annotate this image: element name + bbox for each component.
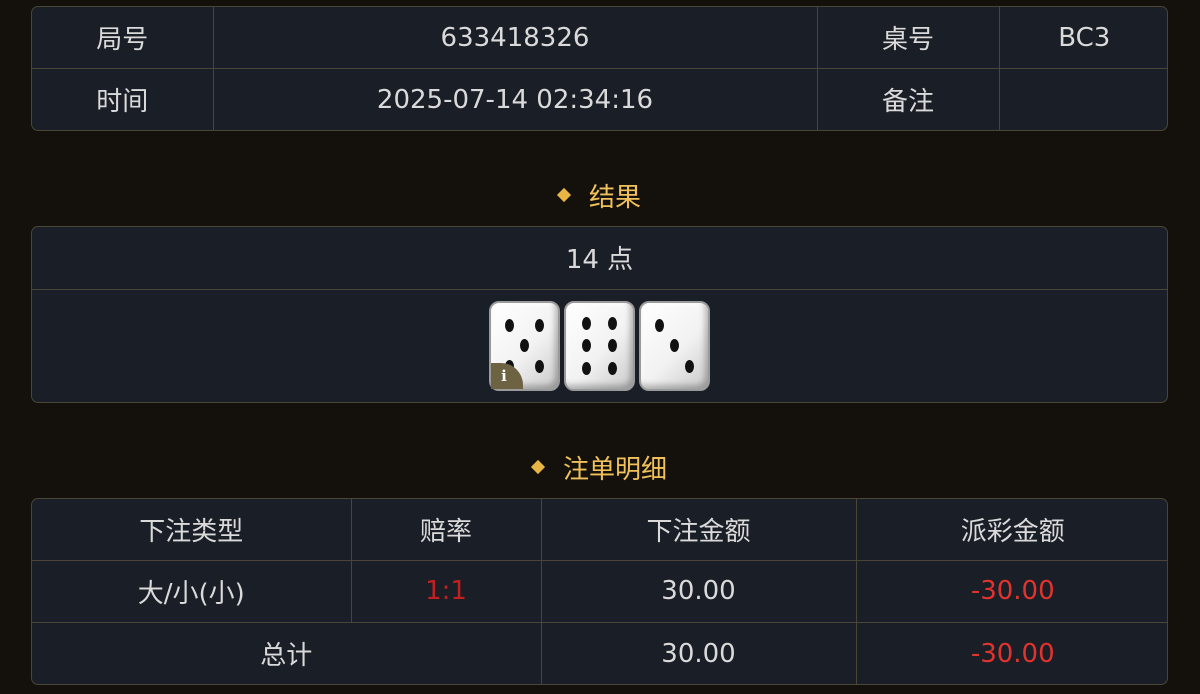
total-bet-amount: 30.00 xyxy=(541,622,857,684)
bets-section-title: 注单明细 xyxy=(0,449,1200,486)
time-label: 时间 xyxy=(32,68,214,130)
info-icon[interactable]: i xyxy=(491,362,523,389)
dice-cell: i xyxy=(32,289,1167,402)
die-pip xyxy=(655,318,665,332)
result-panel: 14 点 i xyxy=(31,226,1168,403)
total-row: 总计 30.00 -30.00 xyxy=(32,622,1167,684)
result-title-text: 结果 xyxy=(588,183,641,213)
header-odds: 赔率 xyxy=(351,499,542,561)
die-pip xyxy=(520,339,529,353)
die-pip xyxy=(505,318,515,332)
header-payout: 派彩金额 xyxy=(856,499,1167,561)
die-pip xyxy=(534,318,544,332)
bet-details-table: 下注类型 赔率 下注金额 派彩金额 大/小(小) 1:1 30.00 -30.0… xyxy=(31,498,1168,685)
payout-amount: -30.00 xyxy=(856,560,1167,624)
table-value: BC3 xyxy=(999,7,1167,69)
note-label: 备注 xyxy=(817,68,1000,130)
time-value: 2025-07-14 02:34:16 xyxy=(213,68,818,130)
total-label: 总计 xyxy=(32,622,542,684)
bet-amount: 30.00 xyxy=(541,560,857,624)
die-pip xyxy=(608,361,618,375)
header-bet-type: 下注类型 xyxy=(32,499,352,561)
die-pip xyxy=(581,339,591,353)
die-pip xyxy=(608,339,618,353)
die-pip xyxy=(581,316,591,330)
diamond-icon xyxy=(556,187,572,203)
total-payout: -30.00 xyxy=(970,638,1055,669)
diamond-icon xyxy=(530,459,546,475)
bets-title-text: 注单明细 xyxy=(562,455,667,485)
round-label: 局号 xyxy=(32,7,214,69)
die-pip xyxy=(534,359,544,373)
note-value xyxy=(999,69,1167,131)
result-section-title: 结果 xyxy=(0,177,1200,214)
result-points: 14 点 xyxy=(32,227,1167,290)
die-5: i xyxy=(489,300,560,391)
die-pip xyxy=(670,339,679,353)
die-6 xyxy=(564,300,635,391)
table-label: 桌号 xyxy=(817,7,1000,69)
die-pip xyxy=(684,359,694,373)
die-pip xyxy=(581,361,591,375)
die-3 xyxy=(639,300,710,391)
die-pip xyxy=(608,316,618,330)
table-row: 大/小(小) 1:1 30.00 -30.00 xyxy=(32,560,1167,624)
round-value: 633418326 xyxy=(213,7,818,69)
round-info-table: 局号 633418326 桌号 BC3 时间 2025-07-14 02:34:… xyxy=(31,6,1168,131)
dice-group: i xyxy=(32,290,1167,403)
odds: 1:1 xyxy=(351,560,542,624)
header-bet-amount: 下注金额 xyxy=(541,499,857,561)
bet-type: 大/小(小) xyxy=(32,560,352,624)
